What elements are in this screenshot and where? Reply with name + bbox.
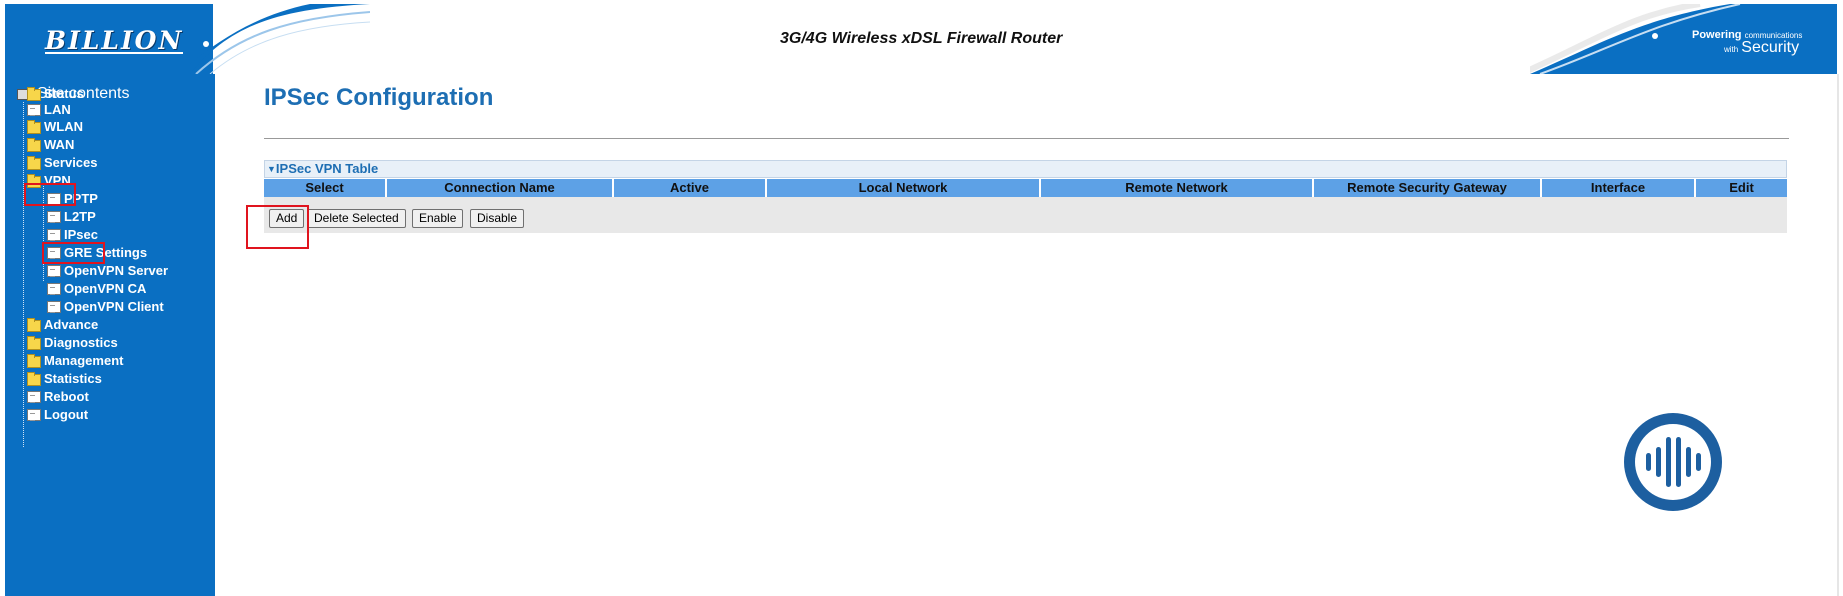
sidebar-item-l2tp[interactable]: L2TP: [47, 208, 96, 225]
sidebar-item-label: Diagnostics: [44, 335, 118, 350]
sidebar-item-label: WAN: [44, 137, 75, 152]
column-header-interface: Interface: [1542, 179, 1696, 197]
sidebar-item-label: LAN: [44, 102, 71, 117]
sidebar-item-statistics[interactable]: Statistics: [27, 370, 102, 387]
highlight-box-ipsec: [42, 242, 105, 264]
folder-icon: [27, 86, 41, 101]
folder-icon: [27, 353, 41, 368]
highlight-box-add: [246, 205, 309, 249]
watermark-logo: [1624, 413, 1722, 511]
page-title: IPSec Configuration: [264, 84, 494, 111]
sidebar-item-ipsec[interactable]: IPsec: [47, 226, 98, 243]
sidebar-item-label: OpenVPN Server: [64, 263, 169, 278]
tree-line: [23, 102, 24, 447]
product-title: 3G/4G Wireless xDSL Firewall Router: [780, 30, 1063, 47]
delete-selected-button[interactable]: Delete Selected: [307, 209, 406, 228]
sidebar-item-label: Reboot: [44, 389, 89, 404]
tagline: Powering communications with Security: [1692, 29, 1802, 56]
folder-icon: [27, 155, 41, 170]
folder-icon: [27, 371, 41, 386]
sidebar-item-label: L2TP: [64, 209, 96, 224]
document-icon: [47, 210, 61, 223]
sidebar-item-wlan[interactable]: WLAN: [27, 118, 83, 135]
folder-icon: [27, 335, 41, 350]
sidebar-item-label: Status: [44, 86, 84, 101]
sidebar-item-openvpn-ca[interactable]: OpenVPN CA: [47, 280, 146, 297]
column-header-connection-name: Connection Name: [387, 179, 614, 197]
brand-logo-area: BILLION: [5, 4, 213, 74]
table-caption-label: IPSec VPN Table: [275, 161, 379, 176]
folder-icon: [27, 317, 41, 332]
sidebar-item-label: OpenVPN CA: [64, 281, 147, 296]
highlight-box-vpn: [24, 183, 76, 206]
sidebar-item-label: Statistics: [44, 371, 102, 386]
tagline-word: Powering: [1692, 29, 1742, 41]
document-icon: [47, 228, 61, 241]
header-swoosh-decoration: [190, 4, 370, 74]
document-icon: [47, 300, 61, 313]
sidebar-item-openvpn-server[interactable]: OpenVPN Server: [47, 262, 168, 279]
column-header-select: Select: [264, 179, 387, 197]
sidebar-item-wan[interactable]: WAN: [27, 136, 74, 153]
sidebar-item-advance[interactable]: Advance: [27, 316, 98, 333]
document-icon: [47, 282, 61, 295]
tagline-big: Security: [1741, 39, 1800, 56]
document-icon: [27, 390, 41, 403]
column-header-active: Active: [614, 179, 767, 197]
folder-icon: [27, 137, 41, 152]
column-header-remote-network: Remote Network: [1041, 179, 1314, 197]
sidebar: Site contents Status LAN WLAN WAN Servic…: [5, 74, 215, 596]
ipsec-vpn-table: ▼IPSec VPN Table Select Connection Name …: [264, 160, 1787, 233]
enable-button[interactable]: Enable: [412, 209, 464, 228]
folder-icon: [27, 119, 41, 134]
sidebar-item-label: Advance: [44, 317, 99, 332]
sidebar-item-label: IPsec: [64, 227, 98, 242]
brand-logo: BILLION: [45, 26, 184, 55]
sidebar-item-services[interactable]: Services: [27, 154, 98, 171]
page-header: BILLION 3G/4G Wireless xDSL Firewall Rou…: [0, 0, 1843, 74]
sidebar-item-logout[interactable]: Logout: [27, 406, 88, 423]
sidebar-item-label: WLAN: [44, 119, 83, 134]
column-header-local-network: Local Network: [767, 179, 1041, 197]
right-edge-border: [1837, 74, 1839, 596]
table-header-row: Select Connection Name Active Local Netw…: [264, 179, 1787, 197]
sidebar-item-status[interactable]: Status: [27, 85, 84, 102]
document-icon: [27, 103, 41, 116]
sidebar-item-reboot[interactable]: Reboot: [27, 388, 89, 405]
sidebar-item-diagnostics[interactable]: Diagnostics: [27, 334, 118, 351]
sidebar-item-label: Logout: [44, 407, 89, 422]
table-action-row: Add Delete Selected Enable Disable: [264, 197, 1787, 233]
sidebar-item-label: Services: [44, 155, 98, 170]
tagline-with: with: [1724, 45, 1739, 54]
column-header-edit: Edit: [1696, 179, 1787, 197]
table-caption[interactable]: ▼IPSec VPN Table: [264, 160, 1787, 178]
column-header-remote-security-gateway: Remote Security Gateway: [1314, 179, 1542, 197]
disable-button[interactable]: Disable: [470, 209, 525, 228]
sidebar-item-lan[interactable]: LAN: [27, 101, 71, 118]
sidebar-item-openvpn-client[interactable]: OpenVPN Client: [47, 298, 164, 315]
title-divider: [264, 138, 1789, 139]
document-icon: [27, 408, 41, 421]
sidebar-item-label: OpenVPN Client: [64, 299, 164, 314]
collapse-triangle-icon: ▼: [267, 164, 276, 174]
document-icon: [47, 264, 61, 277]
sidebar-item-management[interactable]: Management: [27, 352, 123, 369]
sidebar-item-label: Management: [44, 353, 124, 368]
